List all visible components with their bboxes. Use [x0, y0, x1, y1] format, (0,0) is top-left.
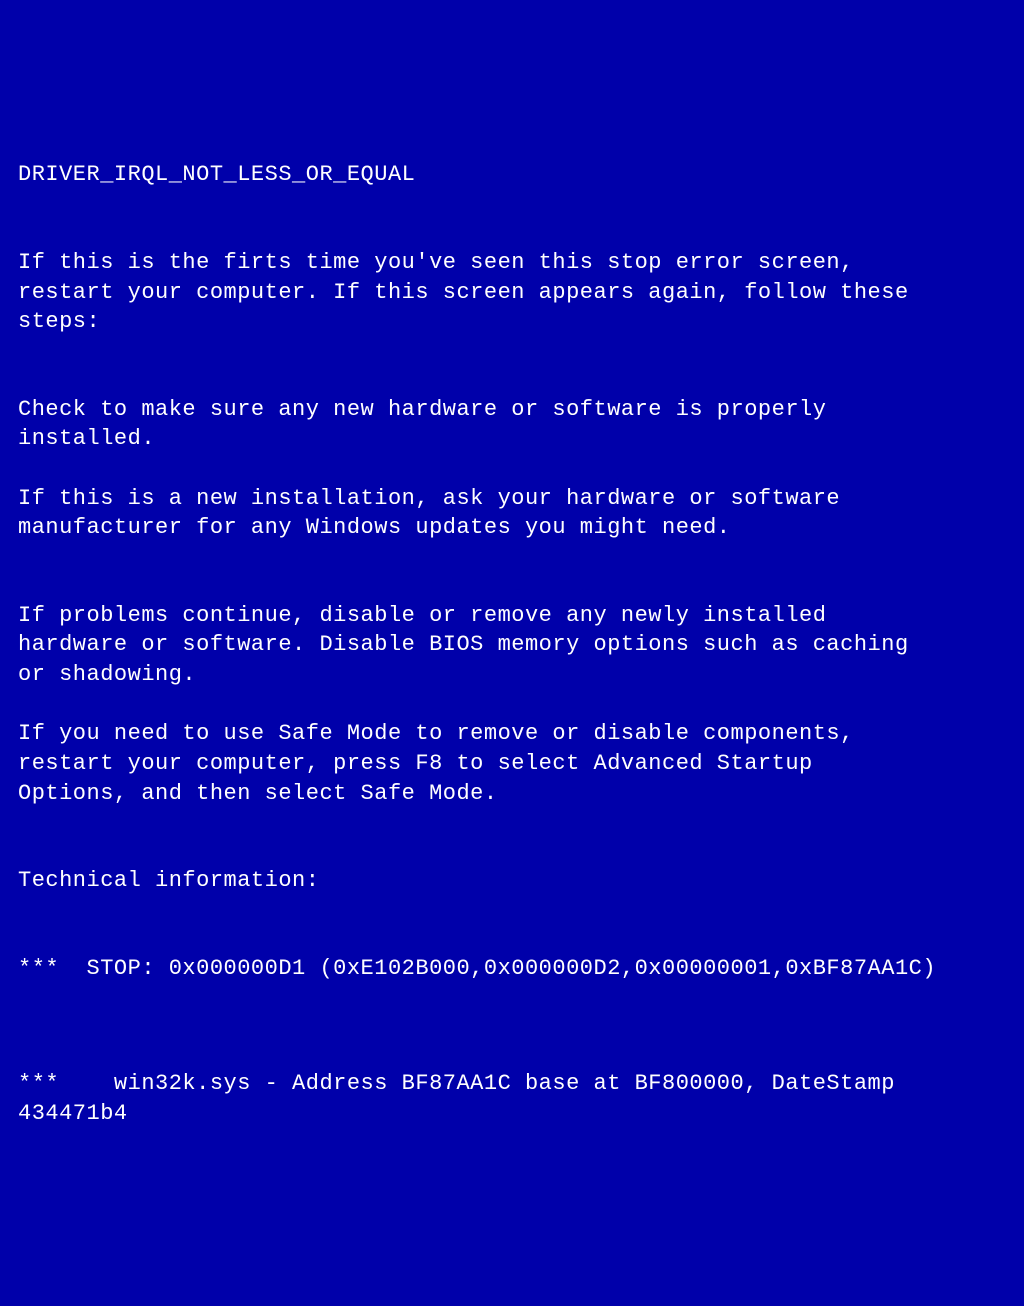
check-hardware-paragraph: Check to make sure any new hardware or s…	[18, 395, 1024, 454]
new-installation-paragraph: If this is a new installation, ask your …	[18, 484, 1024, 543]
module-line: *** win32k.sys - Address BF87AA1C base a…	[18, 1069, 1024, 1128]
stop-code-line: *** STOP: 0x000000D1 (0xE102B000,0x00000…	[18, 954, 1024, 984]
technical-information-label: Technical information:	[18, 866, 1024, 896]
safe-mode-paragraph: If you need to use Safe Mode to remove o…	[18, 719, 1024, 808]
bsod-screen: DRIVER_IRQL_NOT_LESS_OR_EQUAL If this is…	[18, 131, 1024, 1158]
intro-paragraph: If this is the firts time you've seen th…	[18, 248, 1024, 337]
error-title: DRIVER_IRQL_NOT_LESS_OR_EQUAL	[18, 160, 1024, 190]
problems-continue-paragraph: If problems continue, disable or remove …	[18, 601, 1024, 690]
